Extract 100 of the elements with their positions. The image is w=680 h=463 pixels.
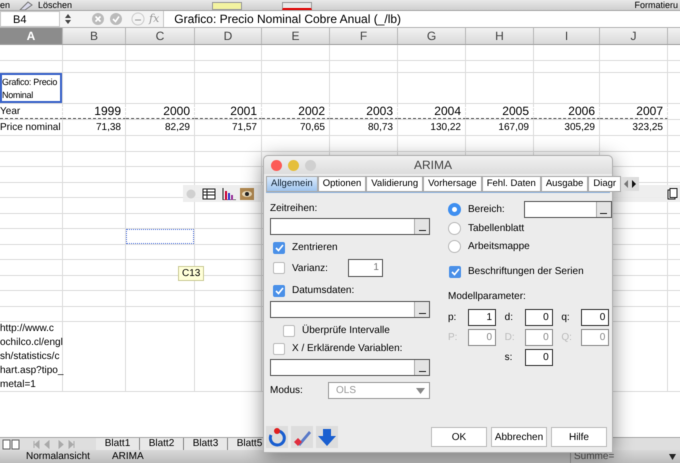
table-cell-text: 2007 [635,104,664,119]
checkbox-label: Zentrieren [292,241,338,255]
checkbox[interactable] [273,242,285,254]
range-input-field[interactable] [270,359,430,376]
function-wizard-icon[interactable] [131,12,145,26]
column-header[interactable]: H [466,28,534,44]
toolbar-label: Formatieru [634,0,678,10]
table-cell-text: 305,29 [563,121,596,135]
range-picker-button[interactable] [414,360,429,375]
param-input[interactable]: 0 [524,309,553,326]
checkbox[interactable] [283,324,295,336]
param-input[interactable]: 1 [468,309,496,326]
checkbox[interactable] [273,262,285,274]
radio-label: Tabellenblatt [468,222,524,236]
radio-button[interactable] [448,203,461,216]
checkbox-label: Beschriftungen der Serien [468,265,584,279]
column-header[interactable]: D [195,28,262,44]
table-cell-text: 70,65 [298,121,326,135]
checkbox-label: Überprüfe Intervalle [302,324,390,338]
tab[interactable]: Fehl. Daten [482,176,541,192]
checkbox[interactable] [273,284,285,296]
dropdown-arrow-icon[interactable] [669,454,676,460]
range-picker-button[interactable] [414,219,429,234]
column-header[interactable]: F [330,28,398,44]
tab[interactable]: Allgemein [266,176,318,192]
table-cell-text: 2004 [433,104,462,119]
bar-chart-icon[interactable] [222,188,236,200]
range-input-field[interactable] [524,201,612,218]
table-cell-text: 323,25 [631,121,664,135]
tab[interactable]: Ausgabe [540,176,588,192]
variance-input[interactable]: 1 [348,259,383,277]
dialog-button[interactable]: Abbrechen [491,427,547,447]
section-label: Modellparameter: [448,290,527,304]
tab[interactable]: Vorhersage [423,176,482,192]
field-label: Modus: [270,384,304,398]
table-cell-text: 130,22 [429,121,462,135]
range-picker-button[interactable] [596,202,611,217]
tab-scroll-arrows-icon[interactable] [621,177,640,191]
cell-reference-field[interactable]: B4 [0,11,60,27]
dialog-button[interactable]: OK [431,427,487,447]
column-header[interactable]: J [600,28,668,44]
dot-icon[interactable] [186,188,196,198]
table-cell-text: 2006 [567,104,596,119]
table-cell-text: 2005 [501,104,530,119]
sheet-tab[interactable]: Blatt1 [96,438,140,450]
radio-button[interactable] [448,240,461,253]
tab[interactable]: Optionen [318,176,366,192]
sheet-tab[interactable]: Blatt3 [184,438,228,450]
column-header[interactable]: E [262,28,330,44]
sheet-tab[interactable]: Blatt2 [140,438,184,450]
table-cell-text: 2000 [162,104,191,119]
column-header[interactable]: G [398,28,466,44]
down-arrow-icon[interactable] [316,426,338,448]
cell-text: http://www.c ochilco.cl/engl sh/statistics/c hart.asp?tipo_ metal=1 [0,322,64,392]
toolbar-label: en [0,0,10,10]
checkbox-label: X / Erklärende Variablen: [292,342,402,356]
formula-field[interactable]: Grafico: Precio Nominal Cobre Anual (_/lb) [163,11,680,27]
confirm-icon[interactable] [109,12,123,26]
checkbox[interactable] [273,342,285,354]
table-cell-text: Price nominal [0,121,62,135]
column-header[interactable]: C [126,28,195,44]
tab[interactable]: Validierung [366,176,424,192]
radio-button[interactable] [448,222,461,235]
checkbox-label: Datumsdaten: [292,284,354,298]
checkbox[interactable] [449,266,461,278]
column-header[interactable]: B [63,28,126,44]
param-input[interactable]: 0 [524,349,553,366]
tab[interactable]: Diagr [588,176,622,192]
table-cell-text: Year [0,105,22,119]
table-cell-text: 82,29 [164,121,191,135]
range-input-field[interactable] [270,301,430,318]
cell-selection[interactable] [126,229,194,244]
copy-icon[interactable] [666,188,678,200]
cancel-icon[interactable] [91,12,105,26]
close-button[interactable] [271,160,282,170]
reset-icon[interactable] [266,426,288,448]
param-label: s: [504,351,514,365]
checkbox-label: Varianz: [292,262,328,276]
window-title: ARIMA [414,157,452,174]
font-color-button[interactable] [282,2,312,10]
param-label: q: [561,311,571,325]
column-header[interactable]: I [534,28,600,44]
table-icon[interactable] [202,188,216,200]
status-text: Normalansicht [26,450,91,463]
range-input-field[interactable] [270,218,430,235]
dropdown-label: Summe= [574,450,614,463]
range-picker-button[interactable] [414,302,429,317]
view-toggle-icon[interactable] [2,439,20,450]
table-cell-text: 71,57 [230,121,258,135]
dialog-button[interactable]: Hilfe [551,427,607,447]
param-input[interactable]: 0 [581,309,610,326]
stepper-icon[interactable] [65,14,71,24]
clear-button[interactable]: Löschen [38,0,72,10]
highlight-color-button[interactable] [212,2,242,10]
table-cell-text: 2002 [297,104,326,119]
eye-icon[interactable] [240,188,254,200]
tooltip: C13 [178,266,204,281]
dropdown-value: OLS [336,384,356,398]
cell-text[interactable]: Grafico: Precio Nominal [0,73,62,103]
eraser-icon[interactable] [291,426,313,448]
